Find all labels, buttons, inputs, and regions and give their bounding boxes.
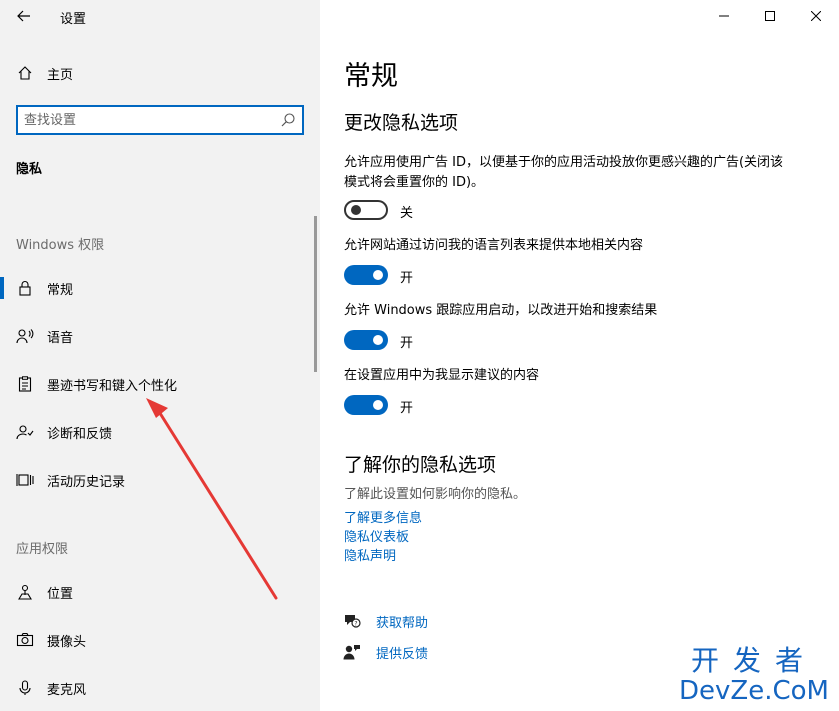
search-box[interactable] [16,105,304,135]
toggle-state-label: 关 [400,206,414,221]
learn-description: 了解此设置如何影响你的隐私。 [344,487,527,502]
home-icon [14,62,36,84]
home-item[interactable]: 主页 [0,53,316,93]
search-icon[interactable] [280,112,296,128]
sidebar-item-label: 诊断和反馈 [47,426,113,442]
watermark-line2: DevZe.CoM [679,676,829,706]
language-list-toggle[interactable] [344,265,388,285]
sidebar-item-microphone[interactable]: 麦克风 [0,668,316,708]
toggle-knob [351,205,361,215]
sidebar-scrollbar[interactable] [314,216,317,372]
section-subtitle: 更改隐私选项 [344,112,459,134]
search-input[interactable] [24,111,274,129]
toggle-knob [373,270,383,280]
main-panel: 常规 更改隐私选项 允许应用使用广告 ID，以便基于你的应用活动投放你更感兴趣的… [320,0,839,711]
svg-text:?: ? [354,621,357,628]
speech-icon [14,325,36,347]
sidebar-item-label: 常规 [47,282,74,298]
sidebar-item-label: 麦克风 [47,682,87,698]
sidebar-item-label: 活动历史记录 [47,474,126,490]
home-label: 主页 [47,67,74,83]
watermark-line1: 开发者 [690,644,817,677]
title-bar: 设置 [0,0,320,32]
give-feedback-label: 提供反馈 [376,646,429,662]
sidebar-item-location[interactable]: 位置 [0,572,316,612]
sidebar-item-activity-history[interactable]: 活动历史记录 [0,460,316,500]
option-description: 允许 Windows 跟踪应用启动，以改进开始和搜索结果 [344,303,658,318]
give-feedback-link[interactable]: 提供反馈 [342,641,428,663]
sidebar-item-label: 墨迹书写和键入个性化 [47,378,178,394]
maximize-icon [765,11,775,21]
privacy-dashboard-link[interactable]: 隐私仪表板 [344,526,409,545]
lock-icon [14,277,36,299]
microphone-icon [14,677,36,699]
sidebar-item-label: 位置 [47,586,74,602]
back-button[interactable] [10,4,38,28]
sidebar-item-inking[interactable]: 墨迹书写和键入个性化 [0,364,316,404]
toggle-knob [373,335,383,345]
toggle-knob [373,400,383,410]
timeline-icon [14,469,36,491]
location-icon [14,581,36,603]
feedback-icon [342,642,362,662]
group-label-windows: Windows 权限 [16,238,105,253]
suggested-content-toggle[interactable] [344,395,388,415]
help-chat-icon: ? [342,611,362,631]
maximize-button[interactable] [747,0,793,32]
group-label-apps: 应用权限 [16,542,69,557]
app-launch-tracking-toggle[interactable] [344,330,388,350]
privacy-statement-link[interactable]: 隐私声明 [344,545,396,564]
option-description: 允许应用使用广告 ID，以便基于你的应用活动投放你更感兴趣的广告(关闭该模式将会… [344,155,784,190]
minimize-icon [719,15,729,17]
sidebar-item-speech[interactable]: 语音 [0,316,316,356]
close-icon [811,11,821,21]
close-button[interactable] [793,0,839,32]
option-description: 允许网站通过访问我的语言列表来提供本地相关内容 [344,238,644,253]
advertising-id-toggle[interactable] [344,200,388,220]
sidebar-item-camera[interactable]: 摄像头 [0,620,316,660]
sidebar-item-label: 摄像头 [47,634,87,650]
get-help-label: 获取帮助 [376,615,429,631]
toggle-state-label: 开 [400,336,414,351]
window-controls [701,0,839,32]
toggle-state-label: 开 [400,401,414,416]
window-title: 设置 [60,12,87,27]
sidebar: 设置 主页 隐私 Windows 权限 常规 语音 墨迹书写和键入个性化 [0,0,320,711]
clipboard-icon [14,373,36,395]
section-title: 隐私 [16,162,43,177]
page-title: 常规 [344,61,398,92]
learn-more-link[interactable]: 了解更多信息 [344,507,422,526]
watermark: 开发者 DevZe.CoM [679,644,829,706]
option-description: 在设置应用中为我显示建议的内容 [344,368,540,383]
sidebar-item-diagnostics[interactable]: 诊断和反馈 [0,412,316,452]
get-help-link[interactable]: ? 获取帮助 [342,610,428,632]
back-arrow-icon [17,10,30,22]
camera-icon [14,629,36,651]
minimize-button[interactable] [701,0,747,32]
sidebar-item-label: 语音 [47,330,74,346]
learn-section-title: 了解你的隐私选项 [344,454,497,476]
diagnostics-icon [14,421,36,443]
sidebar-item-general[interactable]: 常规 [0,268,316,308]
toggle-state-label: 开 [400,271,414,286]
